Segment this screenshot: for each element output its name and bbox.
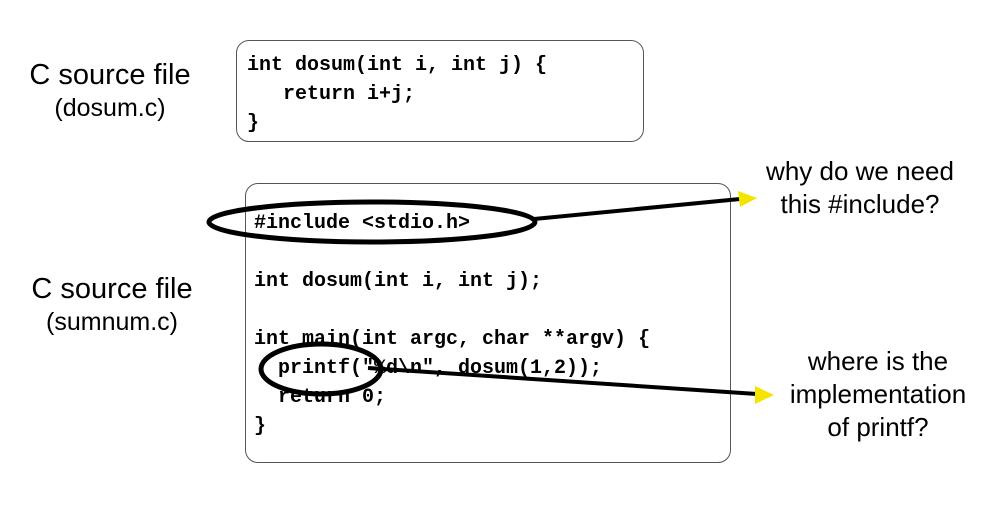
annotation-overlay bbox=[206, 191, 774, 404]
include-arrowhead bbox=[738, 191, 757, 207]
include-highlight-ellipse bbox=[206, 199, 538, 245]
include-pointer-line bbox=[533, 197, 741, 221]
printf-arrowhead bbox=[755, 386, 774, 404]
printf-highlight-ellipse bbox=[258, 341, 384, 397]
printf-pointer-line bbox=[367, 366, 758, 396]
